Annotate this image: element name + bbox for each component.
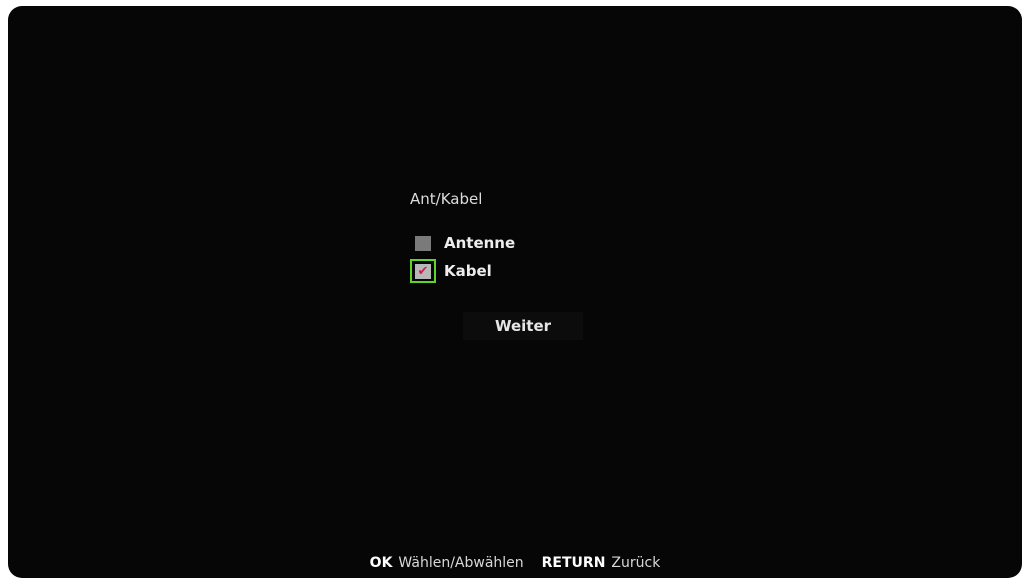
checkbox-kabel[interactable]: ✔ bbox=[415, 263, 431, 279]
checkbox-antenne-frame bbox=[410, 231, 436, 255]
page-title: Ant/Kabel bbox=[410, 190, 483, 208]
tv-screen: Ant/Kabel Antenne ✔ Kabel Weiter OK Wähl… bbox=[8, 6, 1022, 578]
option-antenne-label: Antenne bbox=[444, 234, 516, 252]
next-button[interactable]: Weiter bbox=[463, 312, 583, 340]
return-action-hint: Zurück bbox=[611, 555, 661, 571]
checkbox-antenne[interactable] bbox=[415, 235, 431, 251]
focus-frame: ✔ bbox=[410, 259, 436, 283]
ok-key-hint: OK bbox=[369, 555, 393, 571]
option-kabel-label: Kabel bbox=[444, 262, 492, 280]
checkmark-icon: ✔ bbox=[417, 263, 429, 279]
option-antenne[interactable]: Antenne bbox=[410, 231, 515, 255]
return-key-hint: RETURN bbox=[541, 555, 606, 571]
option-kabel[interactable]: ✔ Kabel bbox=[410, 259, 492, 283]
ok-action-hint: Wählen/Abwählen bbox=[398, 555, 524, 571]
button-hint-bar: OK Wählen/Abwählen RETURN Zurück bbox=[8, 555, 1022, 571]
